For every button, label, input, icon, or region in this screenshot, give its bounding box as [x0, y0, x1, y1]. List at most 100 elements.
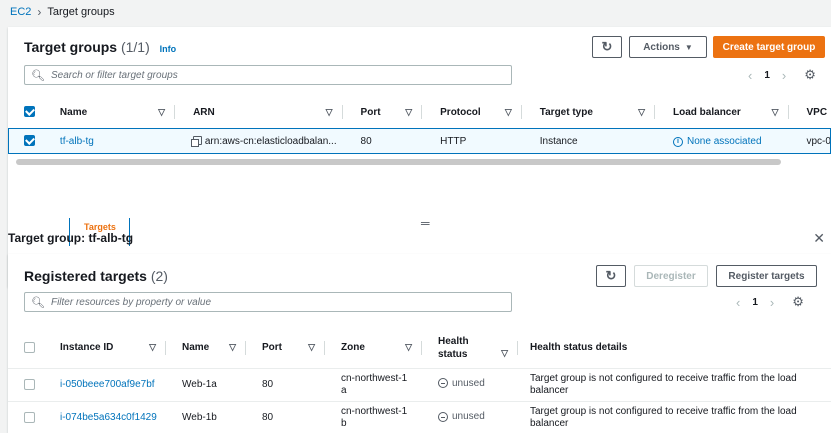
target-groups-panel: Target groups (1/1) Info ↻ Actions ▼ Cre…: [8, 27, 831, 287]
table-row[interactable]: i-050beee700af9e7bf Web-1a 80 cn-northwe…: [8, 368, 831, 401]
select-all-checkbox[interactable]: [24, 106, 35, 118]
column-port-label: Port: [262, 342, 282, 354]
select-all-header[interactable]: [8, 96, 42, 128]
registered-targets-search[interactable]: 🔍︎: [24, 292, 512, 312]
sort-icon[interactable]: ▽: [505, 107, 512, 118]
select-all-checkbox[interactable]: [24, 342, 35, 354]
row-zone-cell: cn-northwest-1b: [325, 401, 422, 433]
copy-icon[interactable]: [191, 135, 203, 147]
instance-id-link[interactable]: i-074be5a634c0f1429: [60, 412, 157, 423]
column-port[interactable]: Port ▽: [343, 96, 423, 128]
row-name-cell: Web-1b: [182, 412, 217, 424]
next-page-icon[interactable]: ›: [770, 295, 774, 310]
health-status: unused: [438, 411, 485, 422]
gear-icon[interactable]: ⚙: [804, 67, 816, 83]
row-name-cell: tf-alb-tg: [42, 128, 175, 154]
row-checkbox[interactable]: [24, 135, 35, 147]
sort-icon[interactable]: ▽: [229, 342, 236, 353]
column-target-type[interactable]: Target type ▽: [522, 96, 656, 128]
column-name-label: Name: [182, 342, 210, 354]
resize-handle-icon[interactable]: ═: [421, 216, 430, 230]
column-load-balancer[interactable]: Load balancer ▽: [655, 96, 789, 128]
column-health-status-details[interactable]: Health status details: [518, 328, 831, 368]
column-name[interactable]: Name ▽: [166, 328, 246, 368]
registered-targets-table: Instance ID ▽ Name ▽ Port ▽ Zone ▽ Health st…: [8, 328, 831, 433]
target-group-name-link[interactable]: tf-alb-tg: [60, 136, 94, 147]
register-targets-button[interactable]: Register targets: [716, 265, 817, 287]
gear-icon[interactable]: ⚙: [792, 294, 804, 310]
column-instance-id[interactable]: Instance ID ▽: [44, 328, 166, 368]
close-icon[interactable]: ✕: [813, 230, 825, 247]
sort-icon[interactable]: ▽: [149, 342, 156, 353]
next-page-icon[interactable]: ›: [782, 68, 786, 83]
sort-icon[interactable]: ▽: [326, 107, 333, 118]
instance-id-link[interactable]: i-050beee700af9e7bf: [60, 379, 155, 390]
target-groups-title: Target groups (1/1) Info: [24, 39, 176, 55]
row-load-balancer-cell: i None associated: [655, 128, 788, 154]
page-number[interactable]: 1: [764, 70, 770, 81]
row-target-type-cell: Instance: [539, 135, 578, 147]
row-select-cell[interactable]: [8, 401, 44, 433]
sort-icon[interactable]: ▽: [308, 342, 315, 353]
target-groups-search[interactable]: 🔍︎: [24, 65, 512, 85]
deregister-label: Deregister: [646, 270, 696, 282]
sort-icon[interactable]: ▽: [158, 107, 165, 118]
details-title: Target group: tf-alb-tg: [8, 231, 134, 245]
row-protocol-cell: HTTP: [440, 135, 467, 147]
load-balancer-link[interactable]: i None associated: [673, 136, 762, 147]
search-icon: 🔍︎: [31, 296, 45, 309]
create-target-group-button[interactable]: Create target group: [713, 36, 825, 58]
horizontal-scrollbar[interactable]: [16, 159, 781, 165]
sort-icon[interactable]: ▽: [772, 107, 779, 118]
register-targets-label: Register targets: [728, 270, 805, 282]
sort-icon[interactable]: ▽: [638, 107, 645, 118]
column-protocol[interactable]: Protocol ▽: [422, 96, 522, 128]
page-number[interactable]: 1: [752, 297, 758, 308]
column-zone[interactable]: Zone ▽: [325, 328, 422, 368]
info-link[interactable]: Info: [160, 44, 177, 54]
column-instance-id-label: Instance ID: [60, 342, 114, 354]
target-groups-search-input[interactable]: [50, 69, 351, 81]
row-instance-id-cell: i-050beee700af9e7bf: [44, 368, 166, 401]
row-name-cell: Web-1a: [182, 379, 217, 390]
sort-icon[interactable]: ▽: [405, 107, 412, 118]
registered-targets-search-input[interactable]: [50, 296, 351, 308]
prev-page-icon[interactable]: ‹: [736, 295, 740, 310]
registered-targets-panel: Registered targets (2) ↻ Deregister Regi…: [8, 254, 831, 433]
create-target-group-label: Create target group: [722, 41, 816, 53]
deregister-button[interactable]: Deregister: [634, 265, 708, 287]
column-arn[interactable]: ARN ▽: [175, 96, 343, 128]
column-port-label: Port: [360, 106, 381, 118]
health-value: unused: [452, 377, 485, 389]
table-row[interactable]: tf-alb-tg arn:aws-cn:elasticloadbalan...…: [8, 128, 831, 154]
sort-icon[interactable]: ▽: [405, 342, 412, 353]
row-checkbox[interactable]: [24, 378, 35, 390]
breadcrumb-ec2-link[interactable]: EC2: [10, 6, 31, 18]
refresh-targets-button[interactable]: ↻: [596, 265, 626, 287]
column-name[interactable]: Name ▽: [42, 96, 176, 128]
row-health-cell: unused: [422, 401, 518, 433]
column-protocol-label: Protocol: [440, 106, 481, 118]
row-select-cell[interactable]: [8, 368, 44, 401]
actions-label: Actions: [643, 41, 680, 53]
breadcrumb: EC2 › Target groups: [10, 4, 115, 20]
prev-page-icon[interactable]: ‹: [748, 68, 752, 83]
zone-value: cn-northwest-1a: [341, 372, 408, 396]
sort-icon[interactable]: ▽: [501, 348, 508, 359]
row-checkbox[interactable]: [24, 412, 35, 424]
select-all-header[interactable]: [8, 328, 44, 368]
registered-targets-title: Registered targets (2): [24, 268, 168, 284]
breadcrumb-current: Target groups: [47, 6, 115, 18]
row-port-cell: 80: [360, 135, 372, 147]
actions-button[interactable]: Actions ▼: [629, 36, 707, 58]
search-icon: 🔍︎: [31, 69, 45, 82]
row-zone-cell: cn-northwest-1a: [325, 368, 422, 401]
table-row[interactable]: i-074be5a634c0f1429 Web-1b 80 cn-northwe…: [8, 401, 831, 433]
health-value: unused: [452, 411, 485, 422]
column-health-status[interactable]: Health status ▽: [422, 328, 518, 368]
column-vpc[interactable]: VPC: [789, 96, 831, 128]
row-select-cell[interactable]: [8, 128, 42, 154]
refresh-icon: ↻: [601, 39, 613, 54]
refresh-button[interactable]: ↻: [592, 36, 622, 58]
column-port[interactable]: Port ▽: [246, 328, 325, 368]
